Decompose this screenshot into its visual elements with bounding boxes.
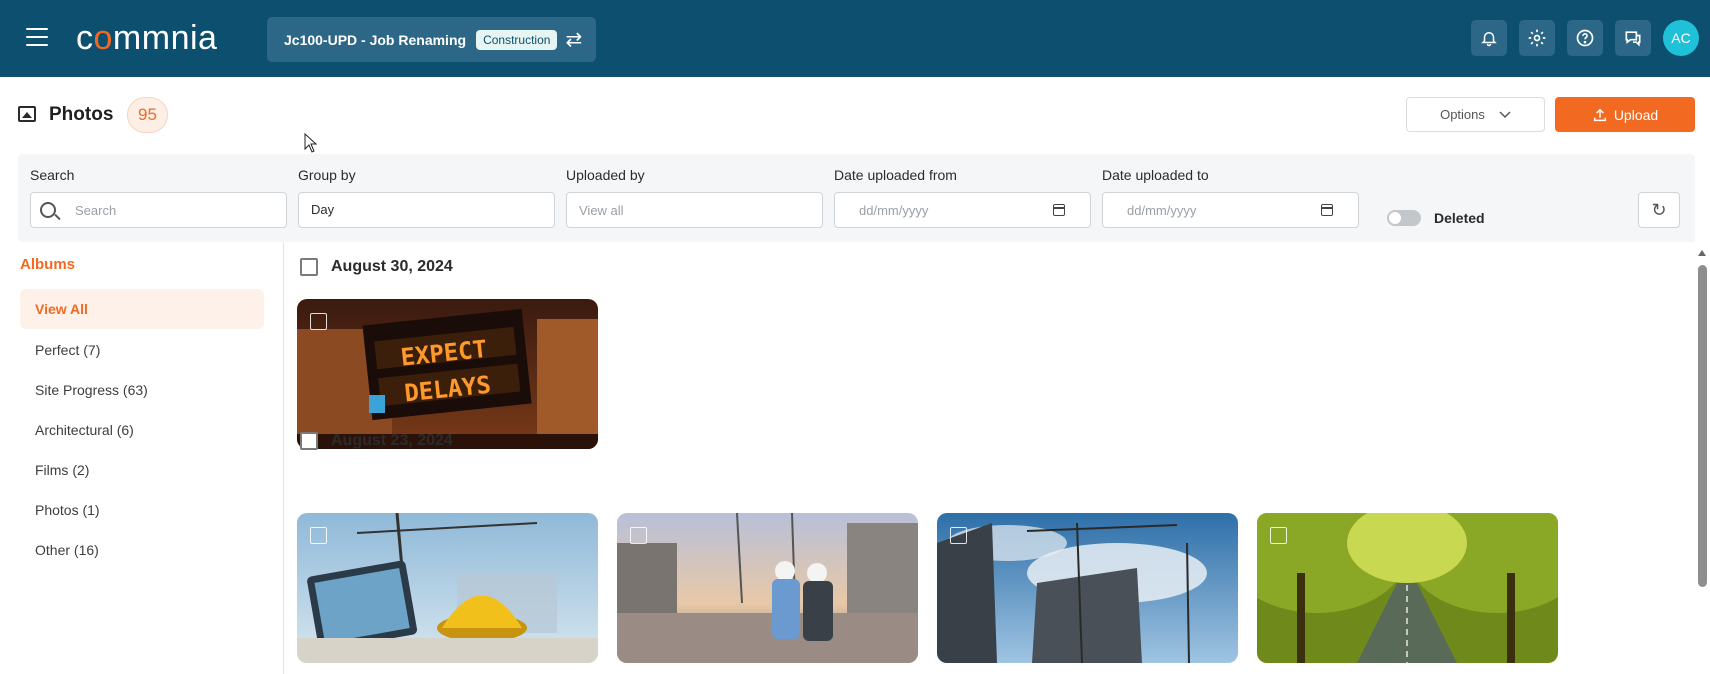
- tree-lined-road-photo: [1257, 513, 1558, 663]
- top-bar: commnia Jc100-UPD - Job Renaming Constru…: [0, 0, 1710, 77]
- deleted-toggle[interactable]: [1387, 210, 1421, 226]
- job-name: Jc100-UPD - Job Renaming: [284, 31, 467, 48]
- engineers-on-site-photo: [617, 513, 918, 663]
- photo-checkbox[interactable]: [310, 313, 327, 330]
- photo-thumbnail[interactable]: EXPECT DELAYS: [297, 299, 598, 449]
- image-icon: [18, 106, 36, 122]
- filter-bar: Search Group by Day Uploaded by Date upl…: [18, 154, 1695, 242]
- help-icon[interactable]: [1567, 20, 1603, 56]
- day-group-header: August 30, 2024: [300, 258, 453, 276]
- options-label: Options: [1440, 107, 1485, 122]
- group-by-label: Group by: [298, 167, 356, 183]
- photo-thumbnail[interactable]: [937, 513, 1238, 663]
- search-input[interactable]: [30, 192, 287, 228]
- day-title: August 23, 2024: [331, 432, 453, 449]
- chevron-down-icon: [1499, 110, 1511, 118]
- scroll-up-arrow[interactable]: [1698, 250, 1706, 256]
- calendar-icon[interactable]: [1053, 204, 1065, 216]
- scroll-thumb[interactable]: [1698, 265, 1707, 587]
- albums-title: Albums: [20, 256, 76, 273]
- search-icon: [40, 202, 56, 218]
- album-item-architectural[interactable]: Architectural (6): [20, 410, 264, 450]
- photo-count-badge: 95: [127, 97, 168, 133]
- day-group-header: August 23, 2024: [300, 432, 453, 450]
- group-by-select[interactable]: Day: [298, 192, 555, 228]
- album-item-view-all[interactable]: View All: [20, 289, 264, 329]
- uploaded-by-select[interactable]: [566, 192, 823, 228]
- chat-icon[interactable]: [1615, 20, 1651, 56]
- upload-button[interactable]: Upload: [1555, 97, 1695, 132]
- uploaded-by-label: Uploaded by: [566, 167, 645, 183]
- photo-checkbox[interactable]: [1270, 527, 1287, 544]
- select-day-checkbox[interactable]: [300, 258, 318, 276]
- mouse-cursor: [304, 133, 318, 153]
- job-type-badge: Construction: [476, 29, 558, 50]
- date-to-label: Date uploaded to: [1102, 167, 1209, 183]
- user-avatar[interactable]: AC: [1663, 20, 1699, 56]
- refresh-icon: ↻: [1651, 199, 1667, 220]
- albums-sidebar: Albums View All Perfect (7) Site Progres…: [0, 242, 284, 674]
- refresh-button[interactable]: ↻: [1638, 192, 1680, 228]
- calendar-icon[interactable]: [1321, 204, 1333, 216]
- cranes-building-photo: [937, 513, 1238, 663]
- page-title: Photos: [49, 104, 114, 125]
- album-item-perfect[interactable]: Perfect (7): [20, 330, 264, 370]
- upload-icon: [1593, 108, 1606, 121]
- date-from-label: Date uploaded from: [834, 167, 957, 183]
- options-button[interactable]: Options: [1406, 97, 1545, 132]
- photo-thumbnail[interactable]: [297, 513, 598, 663]
- album-item-site-progress[interactable]: Site Progress (63): [20, 370, 264, 410]
- photo-checkbox[interactable]: [630, 527, 647, 544]
- search-label: Search: [30, 167, 75, 183]
- album-item-photos[interactable]: Photos (1): [20, 490, 264, 530]
- photo-checkbox[interactable]: [950, 527, 967, 544]
- upload-label: Upload: [1613, 106, 1659, 123]
- day-title: August 30, 2024: [331, 258, 453, 275]
- photo-thumbnail[interactable]: [1257, 513, 1558, 663]
- brand-logo: commnia: [76, 19, 218, 57]
- gear-icon[interactable]: [1519, 20, 1555, 56]
- tablet-helmet-blueprints-photo: [297, 513, 598, 663]
- photo-thumbnail[interactable]: [617, 513, 918, 663]
- photo-checbox[interactable]: [310, 527, 327, 544]
- select-day-checkbox[interactable]: [300, 432, 318, 450]
- photo-gallery: August 30, 2024 EXPECT DELAYS August 23,…: [285, 242, 1695, 674]
- album-item-other[interactable]: Other (16): [20, 530, 264, 570]
- swap-icon: ⇄: [565, 29, 583, 51]
- job-switcher[interactable]: Jc100-UPD - Job Renaming Construction ⇄: [267, 17, 596, 62]
- bell-icon[interactable]: [1471, 20, 1507, 56]
- expect-delays-sign-photo: EXPECT DELAYS: [297, 299, 598, 449]
- menu-icon[interactable]: [26, 28, 48, 46]
- album-item-films[interactable]: Films (2): [20, 450, 264, 490]
- deleted-label: Deleted: [1434, 210, 1485, 226]
